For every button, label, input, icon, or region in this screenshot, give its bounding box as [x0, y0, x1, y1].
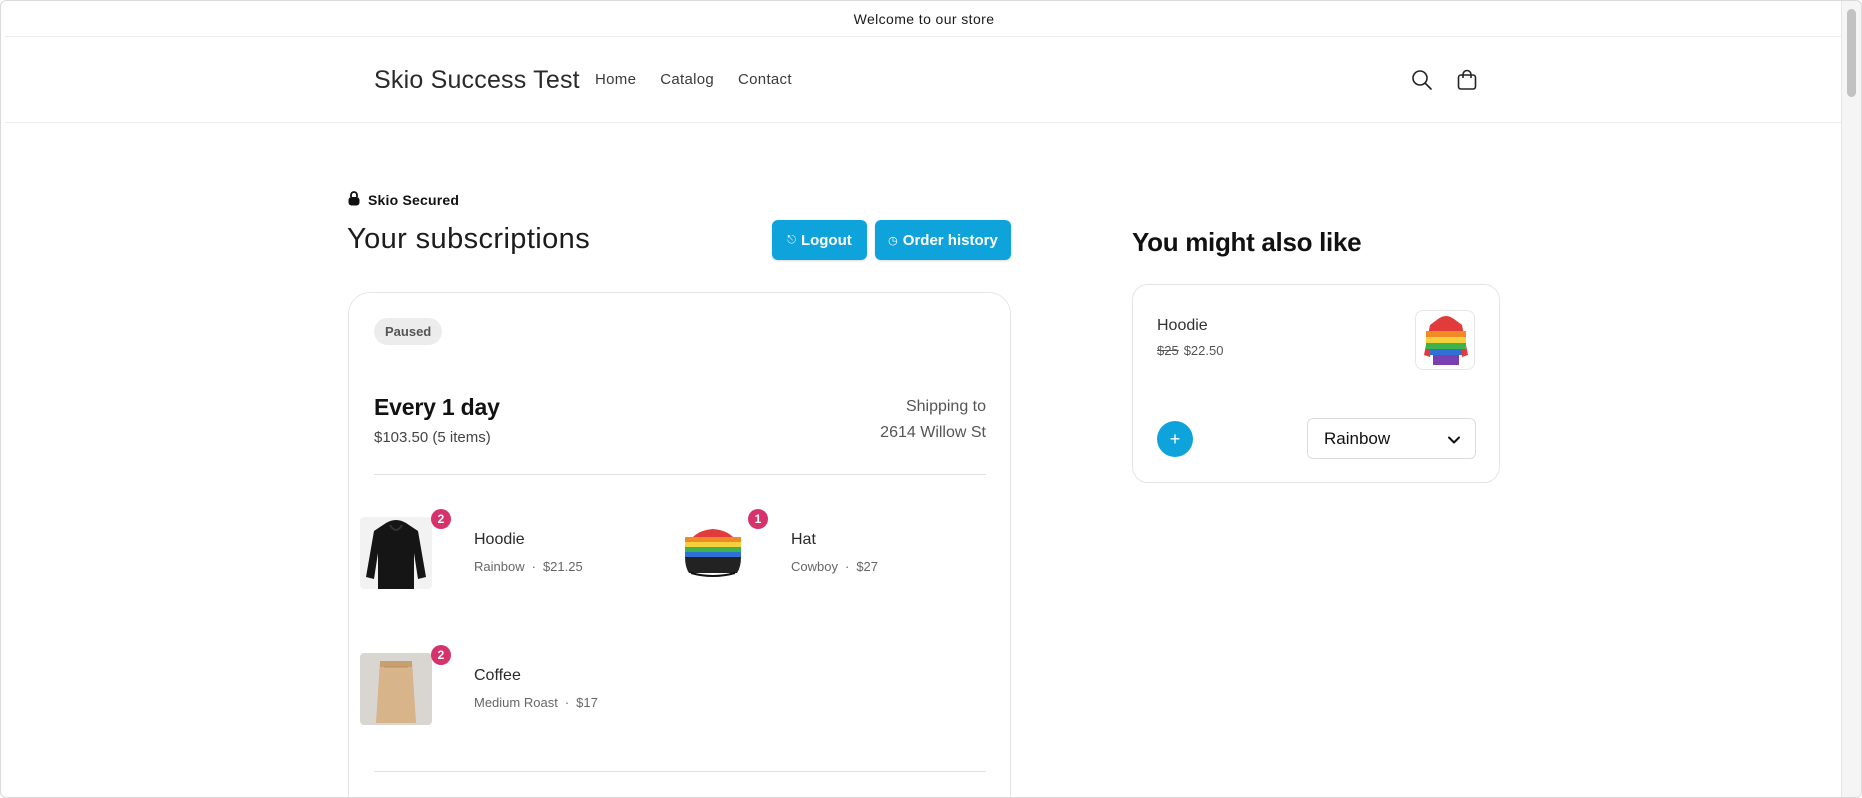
search-icon[interactable] [1408, 66, 1436, 94]
item-price: $21.25 [542, 559, 583, 574]
quantity-badge: 2 [431, 645, 451, 665]
cart-icon[interactable] [1453, 66, 1481, 94]
announcement-bar: Welcome to our store [5, 1, 1843, 37]
upsell-card: Hoodie $25 $22.50 + Rainbow [1132, 284, 1500, 483]
hoodie-image [360, 517, 432, 589]
site-header: Skio Success Test Home Catalog Contact [5, 37, 1843, 123]
subscription-frequency: Every 1 day [374, 394, 500, 420]
nav-home[interactable]: Home [595, 71, 636, 88]
item-meta: Cowboy · $27 [791, 559, 879, 574]
item-price: $17 [576, 695, 598, 710]
secured-text: Skio Secured [368, 192, 460, 208]
logout-button[interactable]: ⎋ Logout [772, 220, 867, 260]
subscription-subtotal: $103.50 (5 items) [374, 429, 491, 446]
hat-image [677, 517, 749, 589]
item-meta: Rainbow · $21.25 [474, 559, 583, 574]
status-badge: Paused [374, 318, 443, 345]
subscription-item-coffee[interactable]: 2 Coffee Medium Roast · $17 [349, 645, 629, 725]
logout-icon: ⎋ [787, 233, 796, 246]
coffee-image [360, 653, 432, 725]
shipping-address[interactable]: 2614 Willow St [880, 424, 986, 442]
order-history-label: Order history [902, 231, 998, 249]
upsell-product-image [1415, 310, 1475, 370]
announcement-text: Welcome to our store [853, 10, 995, 27]
quantity-badge: 2 [431, 509, 451, 529]
add-to-subscription-button[interactable]: + [1157, 421, 1193, 457]
nav-contact[interactable]: Contact [738, 71, 792, 88]
item-name: Hat [791, 531, 816, 548]
scrollbar[interactable] [1841, 1, 1861, 797]
quantity-badge: 1 [748, 509, 768, 529]
item-meta: Medium Roast · $17 [474, 695, 598, 710]
sale-price: $22.50 [1183, 343, 1224, 358]
upsell-price: $25 $22.50 [1157, 343, 1223, 358]
item-price: $27 [856, 559, 879, 574]
order-history-button[interactable]: ◷ Order history [875, 220, 1011, 260]
original-price: $25 [1157, 343, 1179, 358]
variant-selected-value: Rainbow [1324, 428, 1391, 448]
item-variant: Rainbow [474, 559, 525, 574]
shipping-label: Shipping to [905, 398, 986, 415]
brand-logo[interactable]: Skio Success Test [374, 66, 580, 95]
variant-select[interactable]: Rainbow [1307, 418, 1476, 459]
subscription-item-hat[interactable]: 1 Hat Cowboy · $27 [666, 509, 946, 589]
item-variant: Medium Roast [474, 695, 558, 710]
main-nav: Home Catalog Contact [595, 71, 792, 88]
history-icon: ◷ [888, 234, 898, 247]
item-name: Coffee [474, 667, 521, 684]
secured-label: Skio Secured [348, 191, 459, 209]
page-title: Your subscriptions [347, 223, 591, 255]
scrollbar-thumb[interactable] [1847, 9, 1856, 97]
divider [374, 771, 986, 772]
divider [374, 474, 986, 475]
item-variant: Cowboy [791, 559, 838, 574]
upsell-product-name: Hoodie [1157, 317, 1208, 334]
nav-catalog[interactable]: Catalog [660, 71, 714, 88]
browser-page: Welcome to our store Skio Success Test H… [0, 0, 1862, 798]
subscription-item-hoodie[interactable]: 2 Hoodie Rainbow · $21.25 [349, 509, 629, 589]
upsell-title: You might also like [1132, 227, 1362, 257]
chevron-down-icon [1447, 432, 1461, 452]
item-name: Hoodie [474, 531, 525, 548]
logout-label: Logout [800, 231, 852, 249]
lock-icon [348, 191, 360, 209]
subscription-card: Paused Every 1 day $103.50 (5 items) Shi… [348, 292, 1011, 797]
